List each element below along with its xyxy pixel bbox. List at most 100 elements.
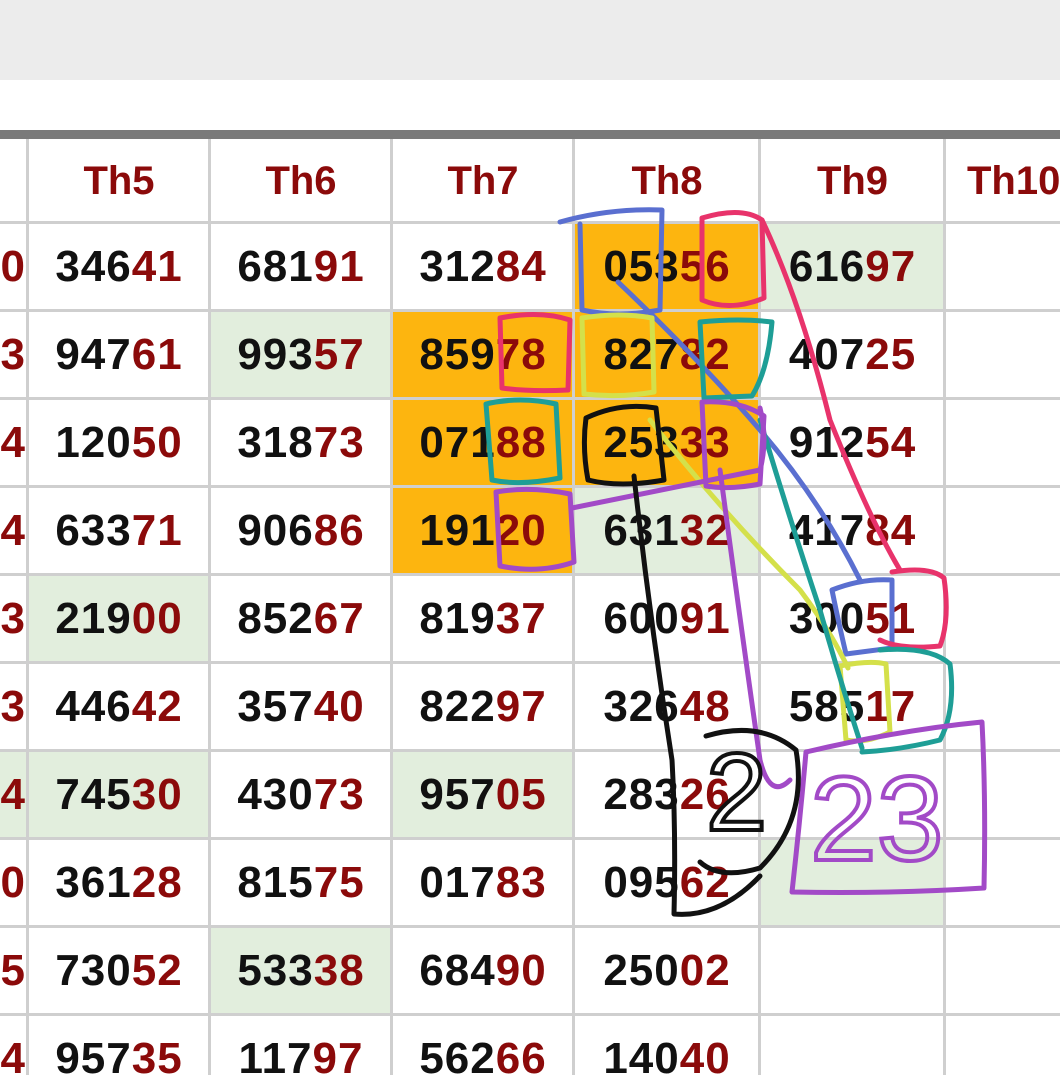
grid-column-divider (208, 139, 211, 1075)
result-last-two-digits: 61 (131, 330, 183, 379)
result-cell (945, 839, 1060, 927)
result-last-two-digits: 05 (495, 770, 547, 819)
result-lead-digits: 600 (603, 594, 680, 643)
result-cell: 730 52 (28, 927, 210, 1015)
result-cell (945, 663, 1060, 751)
result-last-two-digits: 50 (131, 418, 183, 467)
column-header-th5: Th5 (83, 158, 155, 203)
result-last-two-digits: 91 (679, 594, 731, 643)
result-cell (945, 399, 1060, 487)
result-lead-digits: 253 (603, 418, 680, 467)
grid-column-divider (572, 139, 575, 1075)
result-lead-digits: 446 (55, 682, 132, 731)
result-lead-digits: 616 (788, 242, 866, 291)
result-lead-digits: 053 (603, 242, 680, 291)
grid-row-divider (0, 221, 1060, 224)
result-lead-digits: 346 (55, 242, 132, 291)
result-last-two-digits: 48 (679, 682, 731, 731)
result-lead-digits: 912 (788, 418, 866, 467)
result-last-two-digits: 00 (131, 594, 183, 643)
result-last-two-digits: 42 (131, 682, 183, 731)
grid-row-divider (0, 749, 1060, 752)
result-lead-digits: 357 (237, 682, 314, 731)
result-last-two-digits: 97 (865, 242, 917, 291)
row-stub-cell: 4 (0, 399, 28, 487)
result-last-two-digits: 88 (495, 418, 547, 467)
row-stub-value: 3 (0, 682, 26, 731)
result-cell: 346 41 (28, 223, 210, 311)
result-lead-digits: 822 (419, 682, 496, 731)
result-lead-digits: 283 (603, 770, 680, 819)
result-cell: 253 33 (574, 399, 760, 487)
result-cell: 827 82 (574, 311, 760, 399)
header-stub (0, 139, 28, 223)
row-stub-value: 5 (0, 946, 26, 995)
grid-row-divider (0, 925, 1060, 928)
result-cell (760, 927, 945, 1015)
result-cell: 562 66 (392, 1015, 574, 1075)
result-lead-digits: 993 (237, 330, 314, 379)
row-stub-value: 0 (0, 858, 26, 907)
grid-row-divider (0, 485, 1060, 488)
result-cell: 407 25 (760, 311, 945, 399)
browser-top-bar (0, 0, 1060, 80)
grid-column-divider (26, 139, 29, 1075)
result-last-two-digits: 30 (131, 770, 183, 819)
table-top-rule (0, 130, 1060, 139)
result-cell: 357 40 (210, 663, 392, 751)
result-cell: 361 28 (28, 839, 210, 927)
result-last-two-digits: 20 (495, 506, 547, 555)
result-cell: 819 37 (392, 575, 574, 663)
result-lead-digits: 071 (419, 418, 496, 467)
result-cell: 017 83 (392, 839, 574, 927)
result-lead-digits: 191 (419, 506, 496, 555)
result-lead-digits: 219 (55, 594, 132, 643)
row-stub-cell: 3 (0, 311, 28, 399)
result-lead-digits: 730 (55, 946, 132, 995)
result-cell (945, 223, 1060, 311)
row-stub-cell: 4 (0, 751, 28, 839)
result-lead-digits: 361 (55, 858, 132, 907)
result-last-two-digits: 17 (865, 682, 917, 731)
result-lead-digits: 852 (237, 594, 314, 643)
result-cell: 053 56 (574, 223, 760, 311)
result-last-two-digits: 91 (313, 242, 365, 291)
row-stub-cell: 4 (0, 1015, 28, 1075)
result-lead-digits: 745 (55, 770, 132, 819)
result-cell (945, 575, 1060, 663)
result-lead-digits: 017 (419, 858, 496, 907)
result-cell: 219 00 (28, 575, 210, 663)
result-last-two-digits: 25 (865, 330, 917, 379)
grid-column-divider (390, 139, 393, 1075)
result-cell: 859 78 (392, 311, 574, 399)
result-last-two-digits: 40 (679, 1034, 731, 1075)
result-last-two-digits: 38 (313, 946, 365, 995)
result-cell: 822 97 (392, 663, 574, 751)
result-last-two-digits: 84 (865, 506, 917, 555)
result-last-two-digits: 40 (313, 682, 365, 731)
row-stub-cell: 3 (0, 575, 28, 663)
result-last-two-digits: 97 (495, 682, 547, 731)
result-last-two-digits: 75 (313, 858, 365, 907)
result-cell (945, 487, 1060, 575)
result-cell: 993 57 (210, 311, 392, 399)
row-stub-cell: 4 (0, 487, 28, 575)
result-last-two-digits: 41 (131, 242, 183, 291)
result-cell: 745 30 (28, 751, 210, 839)
result-lead-digits: 681 (237, 242, 314, 291)
column-header-th8: Th8 (631, 158, 703, 203)
grid-row-divider (0, 573, 1060, 576)
result-cell (760, 839, 945, 927)
result-lead-digits: 859 (419, 330, 496, 379)
result-last-two-digits: 83 (495, 858, 547, 907)
result-cell: 912 54 (760, 399, 945, 487)
result-lead-digits: 326 (603, 682, 680, 731)
grid-row-divider (0, 1013, 1060, 1016)
result-cell: 631 32 (574, 487, 760, 575)
result-last-two-digits: 86 (313, 506, 365, 555)
result-last-two-digits: 90 (495, 946, 547, 995)
result-cell: 117 97 (210, 1015, 392, 1075)
result-cell: 250 02 (574, 927, 760, 1015)
result-cell: 600 91 (574, 575, 760, 663)
result-cell: 957 35 (28, 1015, 210, 1075)
